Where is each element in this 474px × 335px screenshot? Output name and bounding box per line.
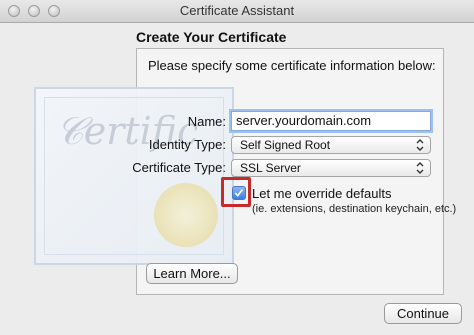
override-defaults-label: Let me override defaults bbox=[252, 186, 392, 201]
certificate-seal-icon bbox=[154, 183, 218, 247]
title-bar: Certificate Assistant bbox=[0, 0, 474, 23]
instruction-text: Please specify some certificate informat… bbox=[148, 58, 436, 73]
continue-button[interactable]: Continue bbox=[384, 303, 462, 324]
identity-type-select[interactable]: Self Signed Root bbox=[231, 136, 431, 154]
identity-type-value: Self Signed Root bbox=[240, 138, 331, 152]
minimize-window-button[interactable] bbox=[28, 5, 40, 17]
checkbox-highlight-box bbox=[221, 177, 251, 207]
close-window-button[interactable] bbox=[8, 5, 20, 17]
override-defaults-note: (ie. extensions, destination keychain, e… bbox=[252, 203, 457, 215]
name-label: Name: bbox=[187, 114, 226, 129]
identity-type-label: Identity Type: bbox=[148, 137, 226, 152]
page-heading: Create Your Certificate bbox=[136, 29, 287, 45]
certificate-type-select[interactable]: SSL Server bbox=[231, 159, 431, 177]
certificate-type-label: Certificate Type: bbox=[132, 160, 226, 175]
certificate-assistant-window: Certificate Assistant Create Your Certif… bbox=[0, 0, 474, 335]
window-title: Certificate Assistant bbox=[179, 3, 295, 18]
certificate-type-value: SSL Server bbox=[240, 161, 301, 175]
zoom-window-button[interactable] bbox=[48, 5, 60, 17]
learn-more-button[interactable]: Learn More... bbox=[146, 263, 238, 284]
select-arrows-icon bbox=[416, 162, 424, 174]
select-arrows-icon bbox=[416, 139, 424, 151]
name-field[interactable]: server.yourdomain.com bbox=[231, 111, 431, 131]
